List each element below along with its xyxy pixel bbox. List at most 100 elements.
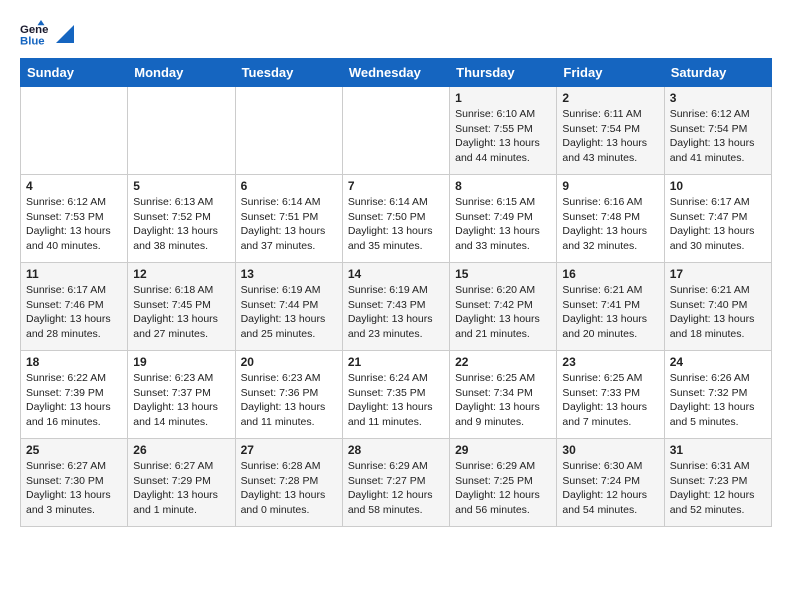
header-sunday: Sunday — [21, 59, 128, 87]
day-number: 27 — [241, 443, 337, 457]
day-info: Sunrise: 6:14 AMSunset: 7:50 PMDaylight:… — [348, 195, 444, 254]
day-number: 10 — [670, 179, 766, 193]
calendar-cell: 16Sunrise: 6:21 AMSunset: 7:41 PMDayligh… — [557, 263, 664, 351]
day-number: 15 — [455, 267, 551, 281]
day-number: 9 — [562, 179, 658, 193]
day-number: 30 — [562, 443, 658, 457]
day-number: 17 — [670, 267, 766, 281]
header-wednesday: Wednesday — [342, 59, 449, 87]
day-number: 6 — [241, 179, 337, 193]
calendar-cell: 18 Sunrise: 6:22 AMSunset: 7:39 PMDayligh… — [21, 351, 128, 439]
day-number: 31 — [670, 443, 766, 457]
day-info: Sunrise: 6:29 AMSunset: 7:25 PMDaylight:… — [455, 459, 551, 518]
calendar-cell: 12 Sunrise: 6:18 AMSunset: 7:45 PMDayligh… — [128, 263, 235, 351]
calendar-cell: 31 Sunrise: 6:31 AMSunset: 7:23 PMDayligh… — [664, 439, 771, 527]
calendar-cell: 6 Sunrise: 6:14 AMSunset: 7:51 PMDaylight… — [235, 175, 342, 263]
day-number: 21 — [348, 355, 444, 369]
calendar-cell: 11 Sunrise: 6:17 AMSunset: 7:46 PMDayligh… — [21, 263, 128, 351]
day-info: Sunrise: 6:11 AMSunset: 7:54 PMDaylight:… — [562, 107, 658, 166]
calendar-cell — [21, 87, 128, 175]
day-number: 18 — [26, 355, 122, 369]
day-info: Sunrise: 6:10 AMSunset: 7:55 PMDaylight:… — [455, 107, 551, 166]
logo-icon: General Blue — [20, 20, 48, 48]
header-friday: Friday — [557, 59, 664, 87]
day-number: 22 — [455, 355, 551, 369]
calendar-cell: 20Sunrise: 6:23 AMSunset: 7:36 PMDayligh… — [235, 351, 342, 439]
calendar-table: SundayMondayTuesdayWednesdayThursdayFrid… — [20, 58, 772, 527]
day-info: Sunrise: 6:26 AMSunset: 7:32 PMDaylight:… — [670, 371, 766, 430]
day-info: Sunrise: 6:14 AMSunset: 7:51 PMDaylight:… — [241, 195, 337, 254]
logo: General Blue — [20, 20, 74, 48]
day-number: 16 — [562, 267, 658, 281]
calendar-cell: 23 Sunrise: 6:25 AMSunset: 7:33 PMDayligh… — [557, 351, 664, 439]
day-info: Sunrise: 6:16 AMSunset: 7:48 PMDaylight:… — [562, 195, 658, 254]
svg-text:General: General — [20, 24, 48, 36]
day-info: Sunrise: 6:30 AMSunset: 7:24 PMDaylight:… — [562, 459, 658, 518]
day-info: Sunrise: 6:20 AMSunset: 7:42 PMDaylight:… — [455, 283, 551, 342]
day-info: Sunrise: 6:21 AMSunset: 7:40 PMDaylight:… — [670, 283, 766, 342]
day-info: Sunrise: 6:12 AMSunset: 7:53 PMDaylight:… — [26, 195, 122, 254]
day-number: 8 — [455, 179, 551, 193]
day-info: Sunrise: 6:13 AMSunset: 7:52 PMDaylight:… — [133, 195, 229, 254]
day-number: 29 — [455, 443, 551, 457]
calendar-cell: 27 Sunrise: 6:28 AMSunset: 7:28 PMDayligh… — [235, 439, 342, 527]
calendar-cell: 9 Sunrise: 6:16 AMSunset: 7:48 PMDaylight… — [557, 175, 664, 263]
day-number: 7 — [348, 179, 444, 193]
header-saturday: Saturday — [664, 59, 771, 87]
calendar-cell: 26 Sunrise: 6:27 AMSunset: 7:29 PMDayligh… — [128, 439, 235, 527]
day-info: Sunrise: 6:23 AMSunset: 7:36 PMDaylight:… — [241, 371, 337, 430]
day-info: Sunrise: 6:25 AMSunset: 7:33 PMDaylight:… — [562, 371, 658, 430]
calendar-cell: 7 Sunrise: 6:14 AMSunset: 7:50 PMDaylight… — [342, 175, 449, 263]
calendar-cell: 17 Sunrise: 6:21 AMSunset: 7:40 PMDayligh… — [664, 263, 771, 351]
day-info: Sunrise: 6:28 AMSunset: 7:28 PMDaylight:… — [241, 459, 337, 518]
header-thursday: Thursday — [450, 59, 557, 87]
day-info: Sunrise: 6:19 AMSunset: 7:44 PMDaylight:… — [241, 283, 337, 342]
calendar-week-row: 4Sunrise: 6:12 AMSunset: 7:53 PMDaylight… — [21, 175, 772, 263]
logo-triangle-icon — [56, 25, 74, 43]
calendar-cell: 3Sunrise: 6:12 AMSunset: 7:54 PMDaylight… — [664, 87, 771, 175]
calendar-cell: 21 Sunrise: 6:24 AMSunset: 7:35 PMDayligh… — [342, 351, 449, 439]
calendar-cell: 1Sunrise: 6:10 AMSunset: 7:55 PMDaylight… — [450, 87, 557, 175]
calendar-header-row: SundayMondayTuesdayWednesdayThursdayFrid… — [21, 59, 772, 87]
day-number: 28 — [348, 443, 444, 457]
calendar-cell: 30 Sunrise: 6:30 AMSunset: 7:24 PMDayligh… — [557, 439, 664, 527]
day-info: Sunrise: 6:17 AMSunset: 7:47 PMDaylight:… — [670, 195, 766, 254]
day-info: Sunrise: 6:23 AMSunset: 7:37 PMDaylight:… — [133, 371, 229, 430]
calendar-cell — [342, 87, 449, 175]
day-info: Sunrise: 6:31 AMSunset: 7:23 PMDaylight:… — [670, 459, 766, 518]
day-info: Sunrise: 6:15 AMSunset: 7:49 PMDaylight:… — [455, 195, 551, 254]
day-number: 23 — [562, 355, 658, 369]
day-info: Sunrise: 6:27 AMSunset: 7:29 PMDaylight:… — [133, 459, 229, 518]
day-info: Sunrise: 6:24 AMSunset: 7:35 PMDaylight:… — [348, 371, 444, 430]
header-tuesday: Tuesday — [235, 59, 342, 87]
calendar-cell: 28Sunrise: 6:29 AMSunset: 7:27 PMDayligh… — [342, 439, 449, 527]
calendar-cell: 24Sunrise: 6:26 AMSunset: 7:32 PMDayligh… — [664, 351, 771, 439]
day-number: 14 — [348, 267, 444, 281]
calendar-cell: 8 Sunrise: 6:15 AMSunset: 7:49 PMDaylight… — [450, 175, 557, 263]
calendar-week-row: 25 Sunrise: 6:27 AMSunset: 7:30 PMDayligh… — [21, 439, 772, 527]
day-number: 19 — [133, 355, 229, 369]
page-header: General Blue — [20, 20, 772, 48]
calendar-cell — [128, 87, 235, 175]
calendar-cell: 19 Sunrise: 6:23 AMSunset: 7:37 PMDayligh… — [128, 351, 235, 439]
day-info: Sunrise: 6:27 AMSunset: 7:30 PMDaylight:… — [26, 459, 122, 518]
day-info: Sunrise: 6:25 AMSunset: 7:34 PMDaylight:… — [455, 371, 551, 430]
calendar-cell: 22 Sunrise: 6:25 AMSunset: 7:34 PMDayligh… — [450, 351, 557, 439]
calendar-week-row: 18 Sunrise: 6:22 AMSunset: 7:39 PMDayligh… — [21, 351, 772, 439]
day-info: Sunrise: 6:22 AMSunset: 7:39 PMDaylight:… — [26, 371, 122, 430]
calendar-cell — [235, 87, 342, 175]
day-info: Sunrise: 6:19 AMSunset: 7:43 PMDaylight:… — [348, 283, 444, 342]
calendar-cell: 10 Sunrise: 6:17 AMSunset: 7:47 PMDayligh… — [664, 175, 771, 263]
day-number: 2 — [562, 91, 658, 105]
day-number: 12 — [133, 267, 229, 281]
day-number: 11 — [26, 267, 122, 281]
calendar-cell: 25 Sunrise: 6:27 AMSunset: 7:30 PMDayligh… — [21, 439, 128, 527]
day-number: 13 — [241, 267, 337, 281]
day-number: 25 — [26, 443, 122, 457]
calendar-week-row: 1Sunrise: 6:10 AMSunset: 7:55 PMDaylight… — [21, 87, 772, 175]
calendar-cell: 2 Sunrise: 6:11 AMSunset: 7:54 PMDaylight… — [557, 87, 664, 175]
day-info: Sunrise: 6:17 AMSunset: 7:46 PMDaylight:… — [26, 283, 122, 342]
day-info: Sunrise: 6:18 AMSunset: 7:45 PMDaylight:… — [133, 283, 229, 342]
day-number: 26 — [133, 443, 229, 457]
calendar-cell: 29 Sunrise: 6:29 AMSunset: 7:25 PMDayligh… — [450, 439, 557, 527]
